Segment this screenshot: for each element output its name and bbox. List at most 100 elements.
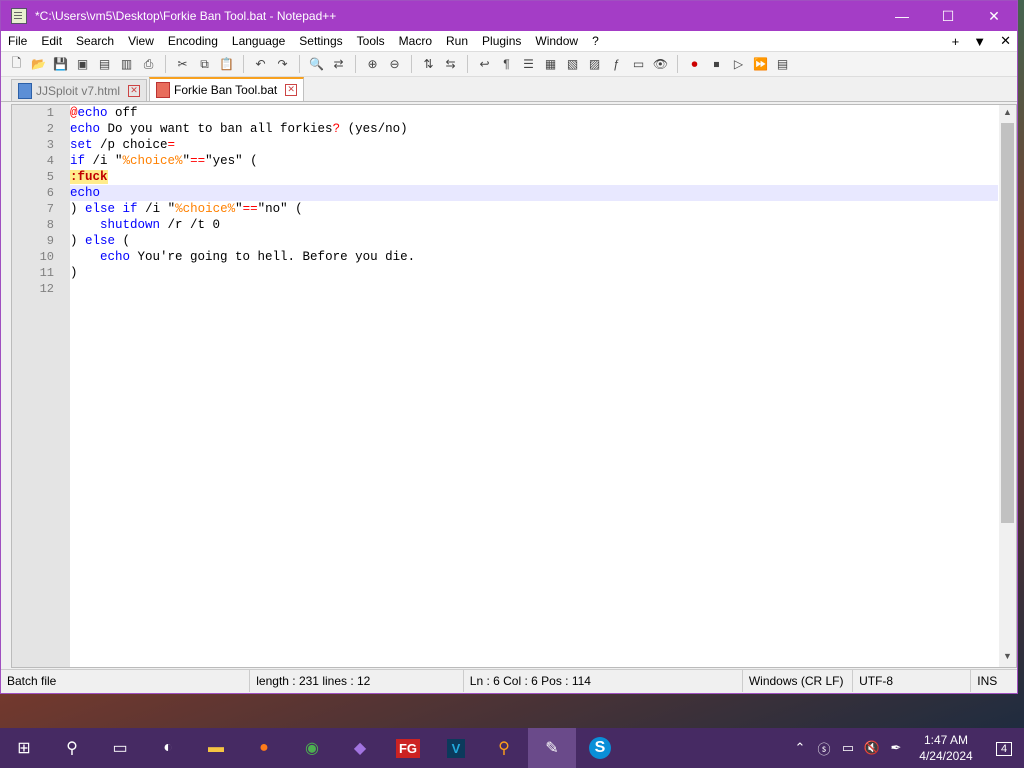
file-explorer-icon[interactable]: ▬ — [192, 728, 240, 768]
record-macro-icon[interactable]: ⏺ — [685, 55, 704, 74]
zoom-out-icon[interactable]: ⊖ — [385, 55, 404, 74]
new-file-icon[interactable]: 🗋 — [7, 55, 26, 74]
monitoring-icon[interactable]: 👁 — [651, 55, 670, 74]
code-token: if — [122, 202, 138, 216]
tab-forkie-ban-tool[interactable]: Forkie Ban Tool.bat ✕ — [149, 77, 305, 101]
menu-search[interactable]: Search — [69, 34, 121, 48]
menu-window[interactable]: Window — [528, 34, 585, 48]
close-file-icon[interactable]: ▤ — [95, 55, 114, 74]
magnifier-icon[interactable]: ⚲ — [480, 728, 528, 768]
function-list-icon[interactable]: ƒ — [607, 55, 626, 74]
scroll-down-icon[interactable]: ▼ — [999, 651, 1016, 667]
open-file-icon[interactable]: 📂 — [29, 55, 48, 74]
play-macro-icon[interactable]: ▷ — [729, 55, 748, 74]
fg-icon[interactable]: FG — [384, 728, 432, 768]
redo-icon[interactable]: ↷ — [273, 55, 292, 74]
folder-workspace-icon[interactable]: ▭ — [629, 55, 648, 74]
cut-icon[interactable]: ✂ — [173, 55, 192, 74]
code-line[interactable]: 4 if /i "%choice%"=="yes" ( — [47, 153, 998, 169]
visual-studio-icon[interactable]: ◆ — [336, 728, 384, 768]
doc-map-icon[interactable]: ▧ — [563, 55, 582, 74]
edge-icon[interactable]: ◐ — [144, 728, 192, 768]
notepadpp-icon — [11, 8, 27, 24]
menu-language[interactable]: Language — [225, 34, 292, 48]
doc-list-icon[interactable]: ▨ — [585, 55, 604, 74]
new-tab-icon[interactable]: + — [952, 34, 960, 49]
editor-area[interactable]: 1 @echo off 2 echo Do you want to ban all f… — [11, 104, 1017, 668]
code-line[interactable]: 6 echo — [47, 185, 998, 201]
code-line[interactable]: 1 @echo off — [47, 105, 998, 121]
menu-run[interactable]: Run — [439, 34, 475, 48]
pen-icon[interactable]: ✒ — [884, 740, 908, 756]
firefox-icon[interactable]: ● — [240, 728, 288, 768]
save-all-icon[interactable]: ▣ — [73, 55, 92, 74]
vertical-scrollbar[interactable]: ▲ ▼ — [999, 105, 1016, 667]
paste-icon[interactable]: 📋 — [217, 55, 236, 74]
volume-muted-icon[interactable]: 🔇 — [860, 740, 884, 756]
code-line[interactable]: 3 set /p choice= — [47, 137, 998, 153]
save-macro-icon[interactable]: ▤ — [773, 55, 792, 74]
close-all-icon[interactable]: ▥ — [117, 55, 136, 74]
show-all-chars-icon[interactable]: ¶ — [497, 55, 516, 74]
code-line[interactable]: 7) else if /i "%choice%"=="no" ( — [47, 201, 998, 217]
menu-settings[interactable]: Settings — [292, 34, 349, 48]
menu-plugins[interactable]: Plugins — [475, 34, 528, 48]
network-icon[interactable]: ▭ — [836, 740, 860, 756]
scroll-thumb[interactable] — [1001, 123, 1014, 523]
zoom-in-icon[interactable]: ⊕ — [363, 55, 382, 74]
code-line[interactable]: 11) — [40, 265, 998, 281]
code-line[interactable]: 8 shutdown /r /t 0 — [47, 217, 998, 233]
print-icon[interactable]: ⎙ — [139, 55, 158, 74]
tab-jjsploit[interactable]: JJSploit v7.html ✕ — [11, 79, 148, 101]
close-tab-icon[interactable]: ✕ — [285, 84, 298, 96]
code-line[interactable]: 12 — [40, 281, 998, 297]
copy-icon[interactable]: ⧉ — [195, 55, 214, 74]
skype-tray-icon[interactable]: ⓢ — [812, 739, 836, 758]
task-view-icon[interactable]: ▭ — [96, 728, 144, 768]
menu-view[interactable]: View — [121, 34, 161, 48]
menu-macro[interactable]: Macro — [392, 34, 439, 48]
maximize-button[interactable]: ☐ — [925, 1, 971, 31]
v-icon[interactable]: V — [432, 728, 480, 768]
menu-help[interactable]: ? — [585, 34, 606, 48]
sync-vertical-icon[interactable]: ⇅ — [419, 55, 438, 74]
start-icon[interactable]: ⊞ — [0, 728, 48, 768]
undo-icon[interactable]: ↶ — [251, 55, 270, 74]
code-line[interactable]: 9) else ( — [47, 233, 998, 249]
tab-list-icon[interactable]: ▼ — [973, 34, 986, 49]
word-wrap-icon[interactable]: ↩ — [475, 55, 494, 74]
save-icon[interactable]: 💾 — [51, 55, 70, 74]
menu-file[interactable]: File — [1, 34, 34, 48]
notepadpp-taskbar-icon[interactable]: ✎ — [528, 728, 576, 768]
udl-icon[interactable]: ▦ — [541, 55, 560, 74]
notification-icon[interactable]: 4 — [984, 741, 1024, 756]
search-icon[interactable]: ⚲ — [48, 728, 96, 768]
menu-edit[interactable]: Edit — [34, 34, 69, 48]
chrome-icon[interactable]: ◉ — [288, 728, 336, 768]
sync-horizontal-icon[interactable]: ⇆ — [441, 55, 460, 74]
code-content[interactable]: 1 @echo off 2 echo Do you want to ban all f… — [40, 105, 998, 667]
close-button[interactable]: ✕ — [971, 1, 1017, 31]
code-line[interactable]: 2 echo Do you want to ban all forkies? (y… — [47, 121, 998, 137]
code-line[interactable]: 10 echo You're going to hell. Before you… — [40, 249, 998, 265]
title-bar[interactable]: *C:\Users\vm5\Desktop\Forkie Ban Tool.ba… — [1, 1, 1017, 31]
code-token: :fuck — [70, 170, 108, 184]
close-tab-icon[interactable]: ✕ — [128, 84, 141, 97]
minimize-button[interactable]: — — [879, 1, 925, 31]
skype-icon[interactable]: S — [576, 728, 624, 768]
menu-encoding[interactable]: Encoding — [161, 34, 225, 48]
stop-macro-icon[interactable]: ⏹ — [707, 55, 726, 74]
code-line[interactable]: 5:fuck — [47, 169, 998, 185]
run-macro-multiple-icon[interactable]: ⏩ — [751, 55, 770, 74]
status-bar: Batch file length : 231 lines : 12 Ln : … — [1, 669, 1017, 692]
indent-guide-icon[interactable]: ☰ — [519, 55, 538, 74]
scroll-up-icon[interactable]: ▲ — [999, 107, 1016, 123]
clock[interactable]: 1:47 AM 4/24/2024 — [908, 732, 984, 764]
file-icon — [156, 82, 171, 98]
code-token: "no" ( — [257, 202, 303, 216]
menu-tools[interactable]: Tools — [350, 34, 392, 48]
show-hidden-icon[interactable]: ⌃ — [788, 740, 812, 756]
close-document-icon[interactable]: ✕ — [1000, 33, 1011, 49]
replace-icon[interactable]: ⇄ — [329, 55, 348, 74]
find-icon[interactable]: 🔍 — [307, 55, 326, 74]
